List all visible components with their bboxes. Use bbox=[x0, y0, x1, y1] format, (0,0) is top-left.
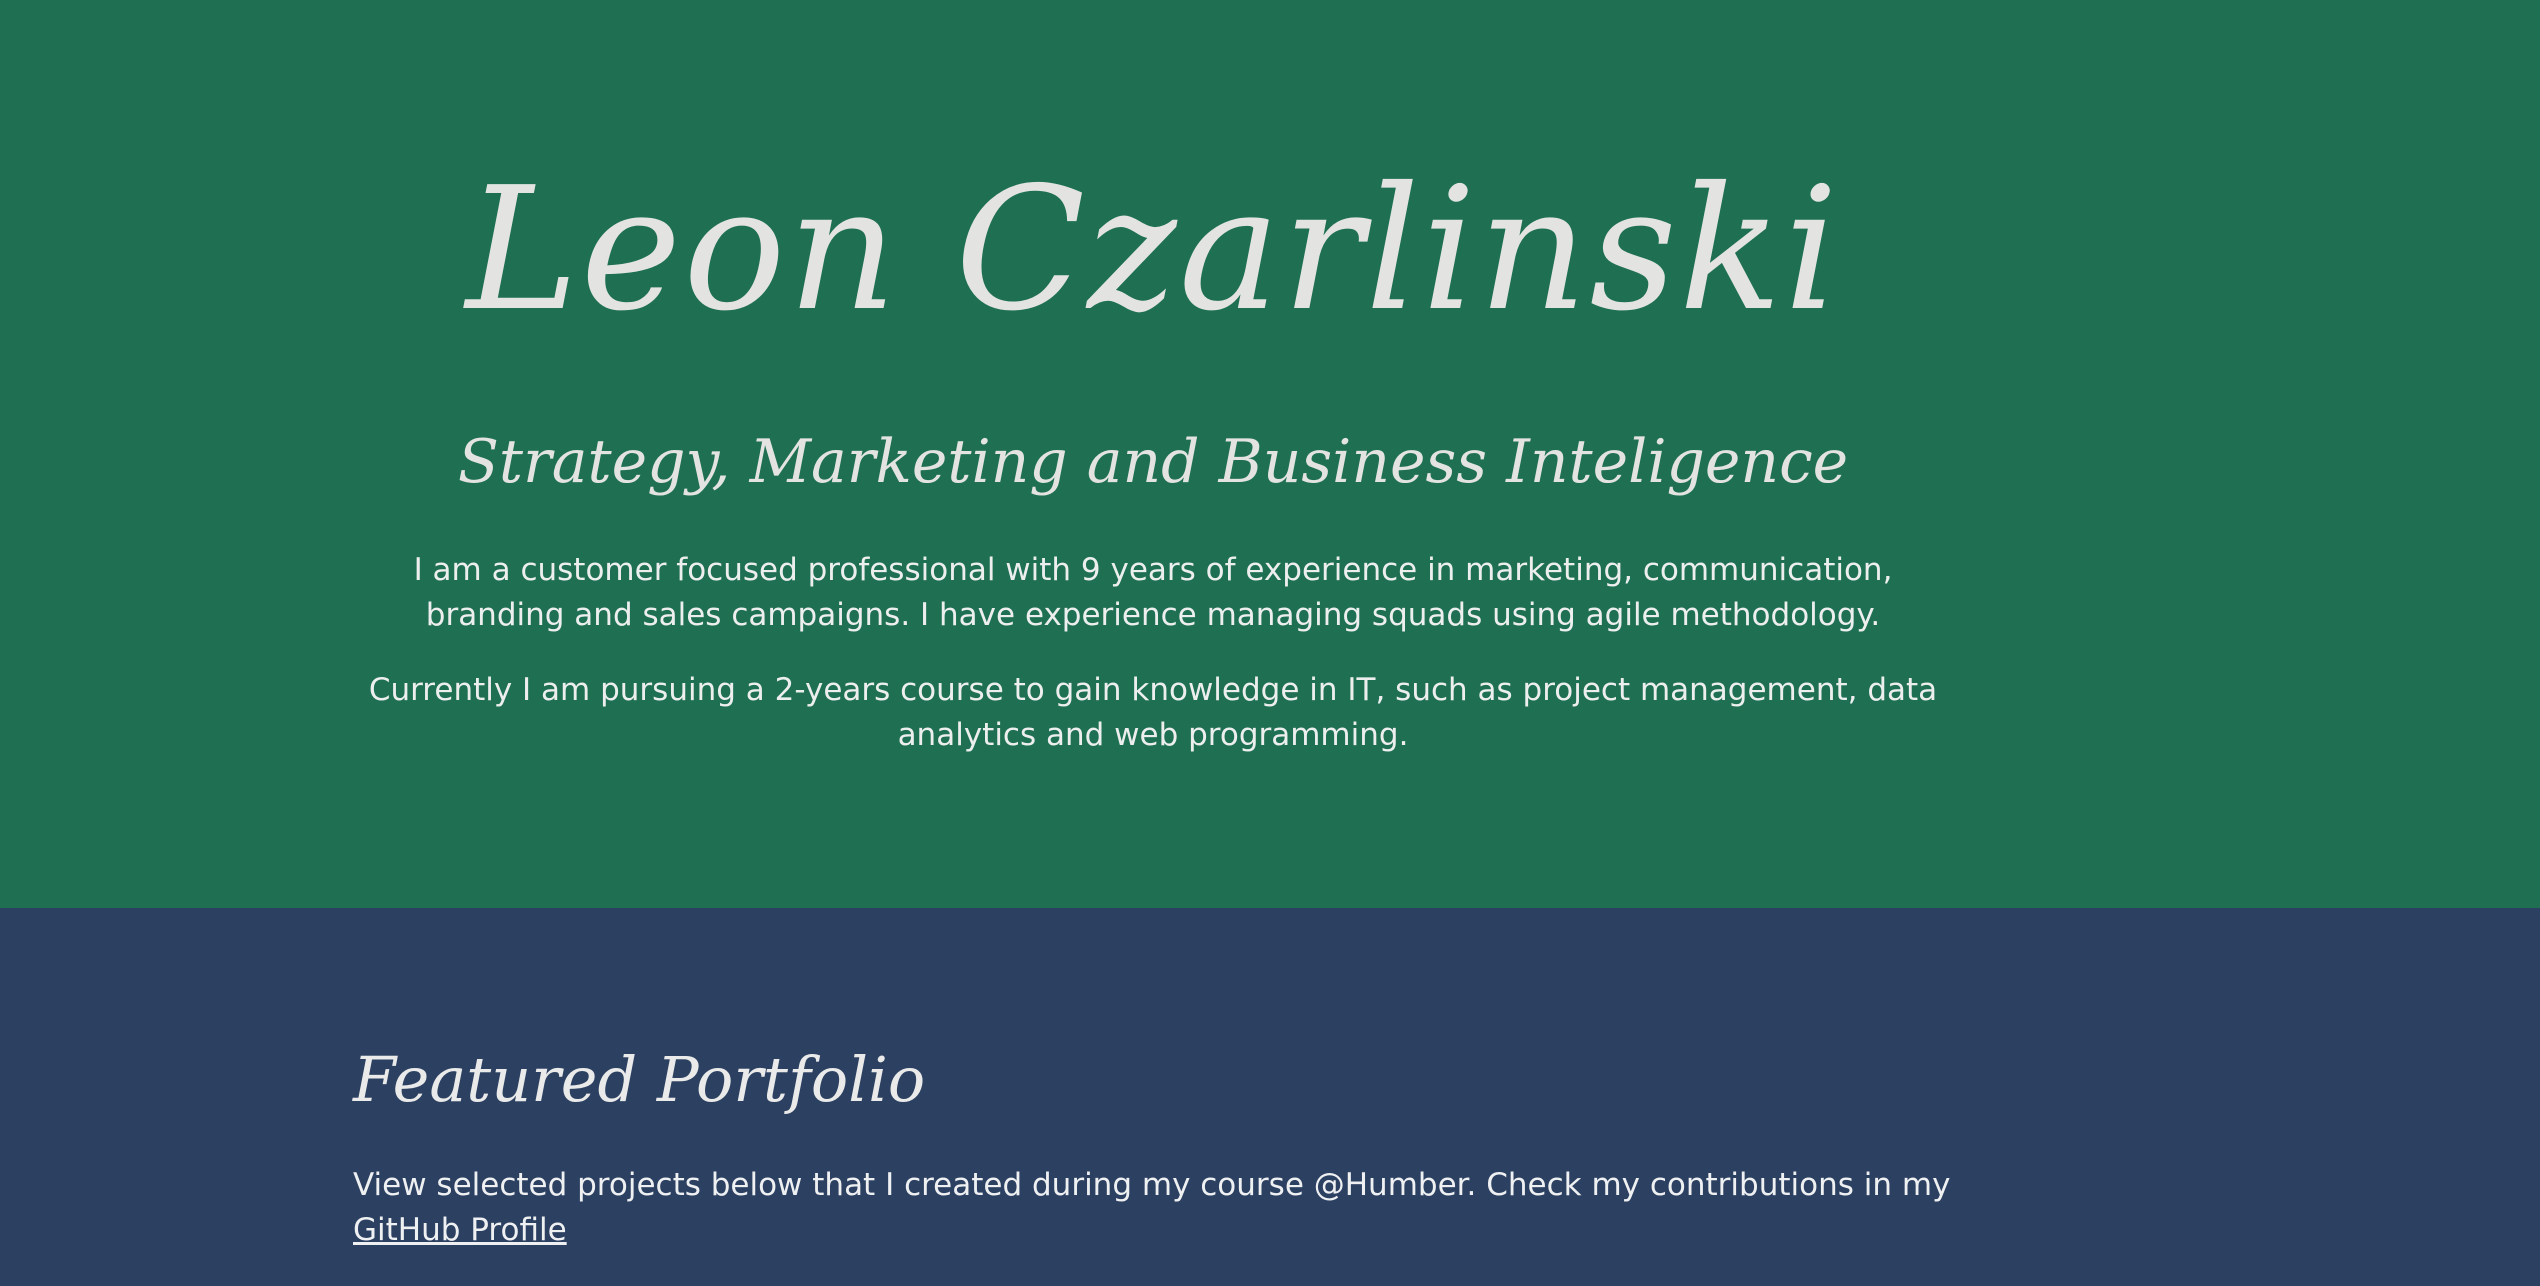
hero-section: Leon Czarlinski Strategy, Marketing and … bbox=[0, 0, 2540, 908]
portfolio-section: Featured Portfolio View selected project… bbox=[0, 908, 2540, 1286]
bio-paragraph: I am a customer focused professional wit… bbox=[413, 552, 1893, 633]
hero-tagline: Strategy, Marketing and Business Intelig… bbox=[457, 427, 1849, 497]
portfolio-intro: View selected projects below that I crea… bbox=[353, 1163, 1953, 1253]
portfolio-heading: Featured Portfolio bbox=[353, 1043, 926, 1116]
bio-paragraph: Currently I am pursuing a 2-years course… bbox=[368, 672, 1938, 753]
portfolio-intro-text: View selected projects below that I crea… bbox=[353, 1167, 1951, 1203]
page-title: Leon Czarlinski bbox=[465, 151, 1841, 349]
github-profile-link[interactable]: GitHub Profile bbox=[353, 1212, 567, 1248]
